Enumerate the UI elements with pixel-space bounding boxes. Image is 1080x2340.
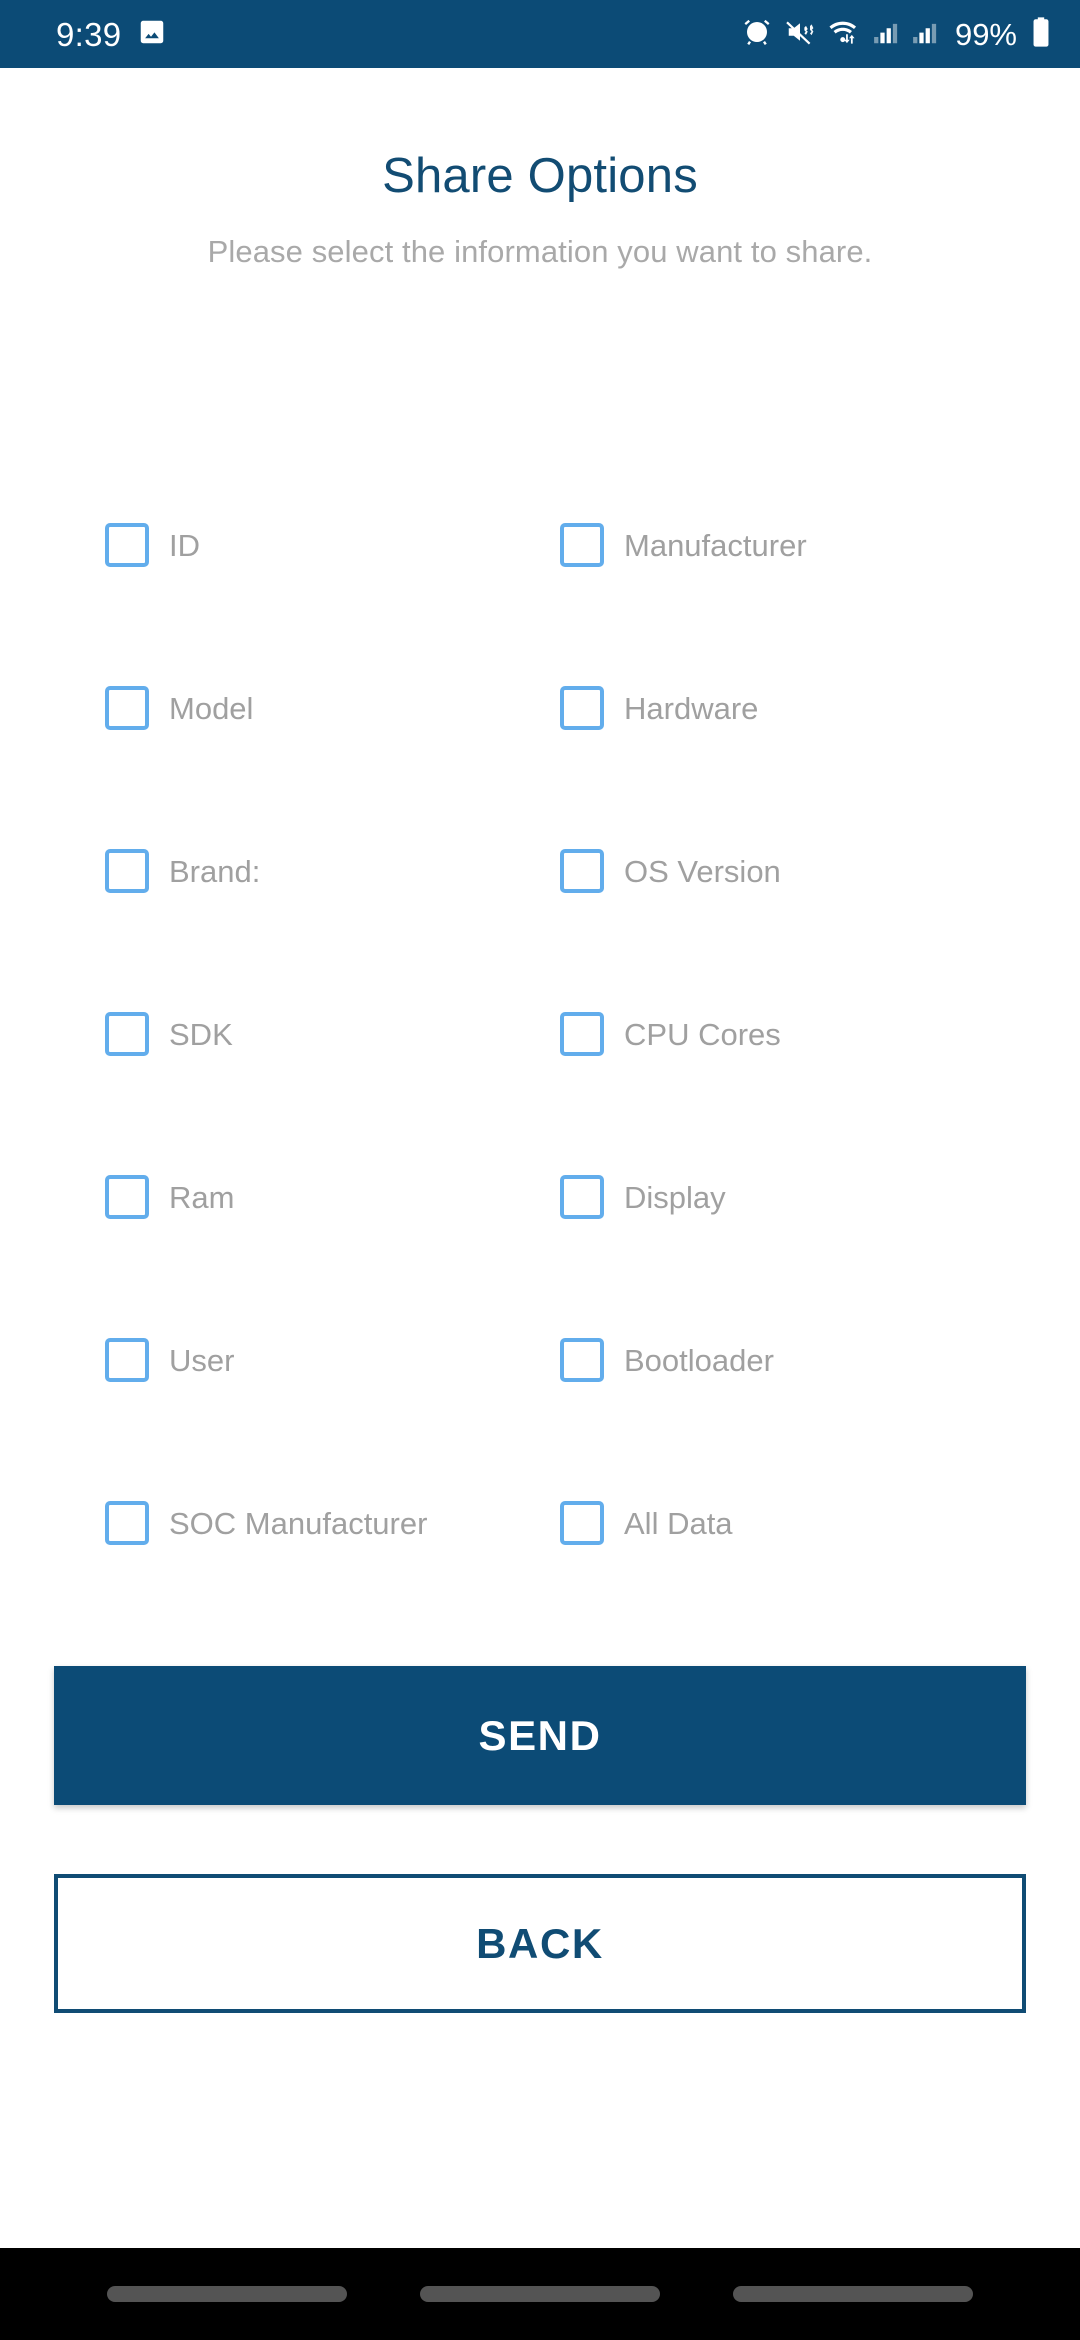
option-row: Ram Display <box>0 1140 1080 1303</box>
option-brand[interactable]: Brand: <box>0 814 560 900</box>
page-title: Share Options <box>382 149 698 203</box>
option-row: SDK CPU Cores <box>0 977 1080 1140</box>
option-label: User <box>169 1342 235 1378</box>
option-label: OS Version <box>624 853 781 889</box>
send-button[interactable]: SEND <box>54 1666 1026 1805</box>
status-bar-left: 9:39 <box>56 17 167 52</box>
wifi-data-transfer-icon <box>828 17 860 52</box>
option-row: SOC Manufacturer All Data <box>0 1466 1080 1629</box>
option-manufacturer[interactable]: Manufacturer <box>560 488 1015 574</box>
system-navigation-bar <box>0 2248 1080 2340</box>
option-row: User Bootloader <box>0 1303 1080 1466</box>
photo-icon <box>137 17 167 52</box>
checkbox-unchecked-icon[interactable] <box>560 1501 604 1545</box>
option-os-version[interactable]: OS Version <box>560 814 1015 900</box>
option-label: SDK <box>169 1016 233 1052</box>
option-cpu-cores[interactable]: CPU Cores <box>560 977 1015 1063</box>
option-id[interactable]: ID <box>0 488 560 574</box>
checkbox-unchecked-icon[interactable] <box>105 1175 149 1219</box>
option-row: Model Hardware <box>0 651 1080 814</box>
option-label: SOC Manufacturer <box>169 1505 428 1541</box>
checkbox-unchecked-icon[interactable] <box>560 1175 604 1219</box>
back-button[interactable]: BACK <box>54 1874 1026 2013</box>
option-label: Display <box>624 1179 726 1215</box>
option-label: CPU Cores <box>624 1016 781 1052</box>
checkbox-unchecked-icon[interactable] <box>560 1012 604 1056</box>
page-subtitle: Please select the information you want t… <box>207 234 873 269</box>
checkbox-unchecked-icon[interactable] <box>560 523 604 567</box>
option-row: ID Manufacturer <box>0 488 1080 651</box>
checkbox-unchecked-icon[interactable] <box>105 523 149 567</box>
option-label: Brand: <box>169 853 261 889</box>
option-label: Hardware <box>624 690 759 726</box>
checkbox-unchecked-icon[interactable] <box>560 1338 604 1382</box>
checkbox-unchecked-icon[interactable] <box>105 1012 149 1056</box>
checkbox-unchecked-icon[interactable] <box>105 849 149 893</box>
action-buttons: SEND BACK <box>0 1666 1080 2013</box>
option-display[interactable]: Display <box>560 1140 1015 1226</box>
option-all-data[interactable]: All Data <box>560 1466 1015 1552</box>
battery-icon <box>1030 16 1052 53</box>
checkbox-unchecked-icon[interactable] <box>105 1338 149 1382</box>
option-bootloader[interactable]: Bootloader <box>560 1303 1015 1389</box>
checkbox-unchecked-icon[interactable] <box>105 1501 149 1545</box>
battery-percentage-label: 99% <box>954 16 1017 52</box>
main-content: Share Options Please select the informat… <box>0 68 1080 2248</box>
signal-sim2-icon <box>912 17 938 52</box>
share-options-grid: ID Manufacturer Model Hardware Brand: OS… <box>0 488 1080 1629</box>
status-bar: 9:39 99% <box>0 0 1080 68</box>
status-clock: 9:39 <box>56 15 122 53</box>
checkbox-unchecked-icon[interactable] <box>105 686 149 730</box>
alarm-icon <box>742 17 772 52</box>
option-label: Manufacturer <box>624 527 807 563</box>
option-sdk[interactable]: SDK <box>0 977 560 1063</box>
option-user[interactable]: User <box>0 1303 560 1389</box>
recents-pill[interactable] <box>106 2286 347 2302</box>
option-ram[interactable]: Ram <box>0 1140 560 1226</box>
option-label: Model <box>169 690 254 726</box>
signal-sim1-icon <box>873 17 899 52</box>
option-label: Bootloader <box>624 1342 774 1378</box>
option-label: All Data <box>624 1505 733 1541</box>
option-label: ID <box>169 527 200 563</box>
option-row: Brand: OS Version <box>0 814 1080 977</box>
option-label: Ram <box>169 1179 235 1215</box>
ringer-vibrate-off-icon <box>785 17 815 52</box>
home-pill[interactable] <box>419 2286 660 2302</box>
app-screen: 9:39 99% Share Options Please select the… <box>0 0 1080 2340</box>
option-model[interactable]: Model <box>0 651 560 737</box>
option-hardware[interactable]: Hardware <box>560 651 1015 737</box>
checkbox-unchecked-icon[interactable] <box>560 686 604 730</box>
option-soc-manufacturer[interactable]: SOC Manufacturer <box>0 1466 560 1552</box>
back-pill[interactable] <box>733 2286 974 2302</box>
status-bar-right: 99% <box>742 16 1052 53</box>
checkbox-unchecked-icon[interactable] <box>560 849 604 893</box>
